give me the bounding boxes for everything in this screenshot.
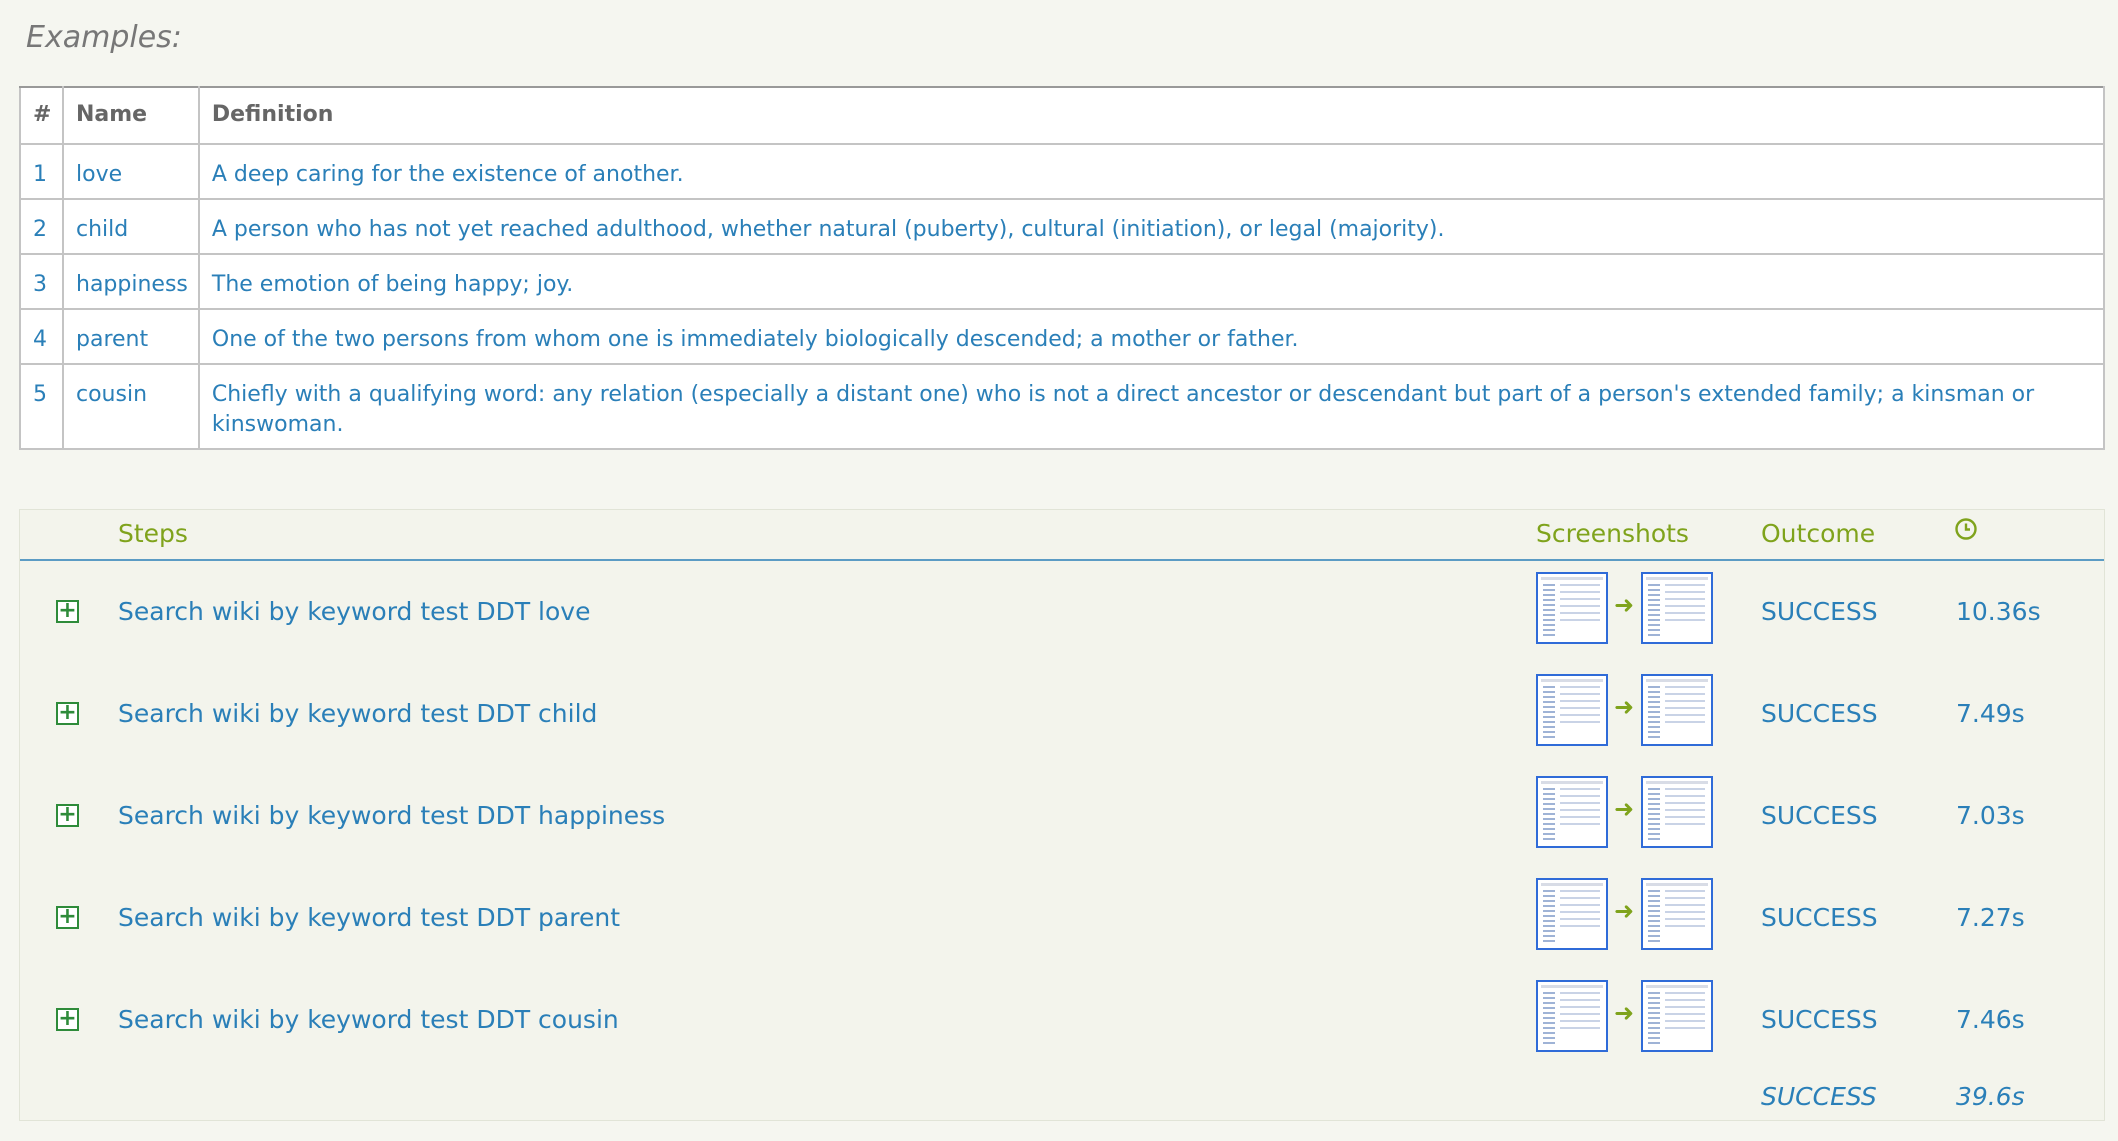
row-number: 2 — [19, 198, 64, 255]
step-label[interactable]: Search wiki by keyword test DDT happines… — [118, 796, 665, 836]
screenshots-column-header: Screenshots — [1536, 519, 1689, 548]
table-row: 2 child A person who has not yet reached… — [19, 198, 2106, 255]
step-outcome: SUCCESS — [1761, 699, 1878, 728]
row-name: child — [62, 198, 200, 255]
step-row: + Search wiki by keyword test DDT child … — [20, 668, 2104, 770]
clock-icon — [1955, 518, 1977, 540]
steps-panel: Steps Screenshots Outcome + Search wiki … — [19, 509, 2105, 1121]
screenshot-before-thumbnail[interactable] — [1536, 572, 1608, 644]
screenshot-after-thumbnail[interactable] — [1641, 980, 1713, 1052]
row-definition: Chiefly with a qualifying word: any rela… — [197, 363, 2106, 450]
row-definition: A deep caring for the existence of anoth… — [197, 143, 2106, 200]
expand-icon[interactable]: + — [56, 600, 79, 623]
step-outcome: SUCCESS — [1761, 903, 1878, 932]
examples-header-row: # Name Definition — [19, 86, 2106, 145]
table-row: 3 happiness The emotion of being happy; … — [19, 253, 2106, 310]
table-row: 5 cousin Chiefly with a qualifying word:… — [19, 363, 2106, 450]
screenshot-before-thumbnail[interactable] — [1536, 980, 1608, 1052]
examples-heading: Examples: — [26, 20, 182, 55]
column-header-number: # — [19, 86, 64, 145]
step-row: + Search wiki by keyword test DDT love ➜… — [20, 566, 2104, 668]
screenshot-after-thumbnail[interactable] — [1641, 878, 1713, 950]
step-duration: 7.03s — [1956, 801, 2025, 830]
arrow-right-icon: ➜ — [1614, 897, 1635, 925]
step-label[interactable]: Search wiki by keyword test DDT love — [118, 592, 590, 632]
steps-column-header: Steps — [118, 519, 188, 548]
step-row: + Search wiki by keyword test DDT happin… — [20, 770, 2104, 872]
step-outcome: SUCCESS — [1761, 597, 1878, 626]
expand-icon[interactable]: + — [56, 1008, 79, 1031]
row-number: 4 — [19, 308, 64, 365]
screenshot-before-thumbnail[interactable] — [1536, 878, 1608, 950]
row-number: 1 — [19, 143, 64, 200]
arrow-right-icon: ➜ — [1614, 999, 1635, 1027]
step-row: + Search wiki by keyword test DDT cousin… — [20, 974, 2104, 1076]
step-duration: 7.49s — [1956, 699, 2025, 728]
column-header-name: Name — [62, 86, 200, 145]
column-header-definition: Definition — [197, 86, 2106, 145]
row-number: 3 — [19, 253, 64, 310]
summary-outcome: SUCCESS — [1761, 1082, 1877, 1111]
expand-icon[interactable]: + — [56, 906, 79, 929]
step-duration: 7.27s — [1956, 903, 2025, 932]
examples-table: # Name Definition 1 love A deep caring f… — [19, 86, 2106, 450]
arrow-right-icon: ➜ — [1614, 795, 1635, 823]
row-name: love — [62, 143, 200, 200]
expand-icon[interactable]: + — [56, 804, 79, 827]
steps-header: Steps Screenshots Outcome — [20, 510, 2104, 561]
row-definition: One of the two persons from whom one is … — [197, 308, 2106, 365]
step-label[interactable]: Search wiki by keyword test DDT child — [118, 694, 597, 734]
step-row: + Search wiki by keyword test DDT parent… — [20, 872, 2104, 974]
summary-duration: 39.6s — [1956, 1082, 2025, 1111]
row-name: cousin — [62, 363, 200, 450]
row-number: 5 — [19, 363, 64, 450]
screenshot-after-thumbnail[interactable] — [1641, 674, 1713, 746]
step-duration: 7.46s — [1956, 1005, 2025, 1034]
outcome-column-header: Outcome — [1761, 519, 1876, 548]
row-name: parent — [62, 308, 200, 365]
screenshot-after-thumbnail[interactable] — [1641, 776, 1713, 848]
step-label[interactable]: Search wiki by keyword test DDT parent — [118, 898, 620, 938]
expand-icon[interactable]: + — [56, 702, 79, 725]
arrow-right-icon: ➜ — [1614, 591, 1635, 619]
screenshot-before-thumbnail[interactable] — [1536, 674, 1608, 746]
arrow-right-icon: ➜ — [1614, 693, 1635, 721]
table-row: 1 love A deep caring for the existence o… — [19, 143, 2106, 200]
step-label[interactable]: Search wiki by keyword test DDT cousin — [118, 1000, 619, 1040]
screenshot-before-thumbnail[interactable] — [1536, 776, 1608, 848]
row-definition: A person who has not yet reached adultho… — [197, 198, 2106, 255]
step-outcome: SUCCESS — [1761, 801, 1878, 830]
step-outcome: SUCCESS — [1761, 1005, 1878, 1034]
step-duration: 10.36s — [1956, 597, 2041, 626]
row-definition: The emotion of being happy; joy. — [197, 253, 2106, 310]
row-name: happiness — [62, 253, 200, 310]
table-row: 4 parent One of the two persons from who… — [19, 308, 2106, 365]
screenshot-after-thumbnail[interactable] — [1641, 572, 1713, 644]
